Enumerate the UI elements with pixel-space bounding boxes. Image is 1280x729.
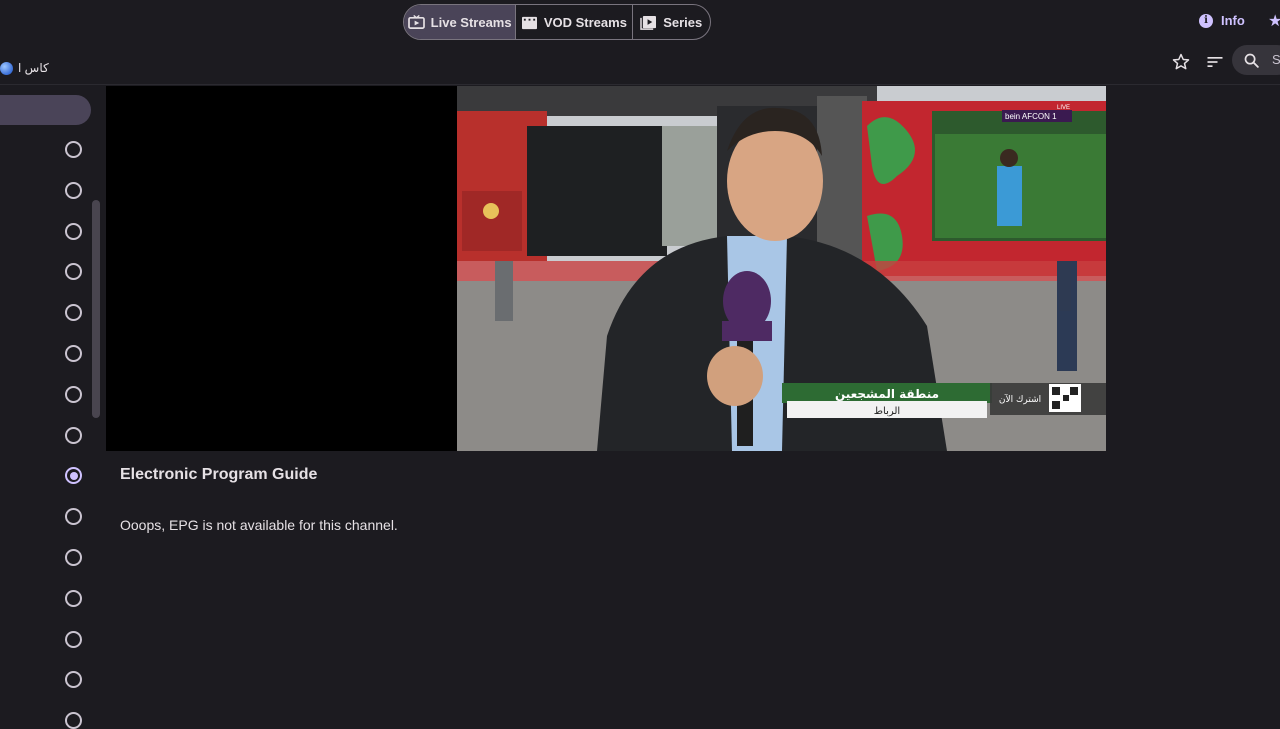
channel-radio[interactable] — [65, 589, 82, 607]
channel-list-sidebar — [0, 86, 106, 729]
channel-radio[interactable] — [65, 426, 82, 444]
subscribe-text: اشترك الآن — [999, 393, 1041, 405]
video-frame[interactable]: bein AFCON 1 LIVE منطقة المشجعين الرباط … — [457, 86, 1106, 451]
star-outline-icon[interactable] — [1171, 52, 1191, 72]
info-button[interactable]: i Info — [1199, 13, 1245, 28]
sort-icon[interactable] — [1205, 52, 1225, 72]
sidebar-scrollbar[interactable] — [92, 200, 100, 418]
channel-radio[interactable] — [65, 263, 82, 281]
epg-message: Ooops, EPG is not available for this cha… — [120, 517, 398, 533]
play-library-icon — [640, 15, 657, 30]
channel-radio[interactable] — [65, 467, 82, 485]
channel-radio[interactable] — [65, 712, 82, 729]
live-tag: LIVE — [1057, 105, 1070, 111]
caption-subtitle: الرباط — [874, 406, 900, 417]
channel-radio[interactable] — [65, 385, 82, 403]
search-placeholder: S — [1272, 52, 1280, 67]
tab-vod-streams[interactable]: VOD Streams — [516, 5, 633, 39]
stream-type-segmented-control: Live Streams VOD Streams Series — [403, 4, 711, 40]
caption-title: منطقة المشجعين — [835, 387, 939, 401]
channel-radio[interactable] — [65, 671, 82, 689]
info-label: Info — [1221, 13, 1245, 28]
channel-radio[interactable] — [65, 304, 82, 322]
channel-logo-text: bein AFCON 1 — [1005, 112, 1057, 121]
channel-radio[interactable] — [65, 549, 82, 566]
tab-series-label: Series — [663, 14, 703, 30]
tab-vod-streams-label: VOD Streams — [543, 14, 627, 30]
channel-radio[interactable] — [65, 345, 82, 362]
channel-radio[interactable] — [65, 630, 82, 648]
tab-live-streams-label: Live Streams — [430, 14, 512, 30]
channel-radio[interactable] — [65, 222, 82, 240]
video-frame-image: bein AFCON 1 LIVE منطقة المشجعين الرباط … — [457, 86, 1106, 451]
channel-radio[interactable] — [65, 508, 82, 526]
tab-series[interactable]: Series — [633, 5, 710, 39]
top-bar: Live Streams VOD Streams Series i Info ★… — [0, 0, 1280, 85]
search-field[interactable]: S — [1232, 45, 1280, 75]
selected-category-item[interactable] — [0, 95, 91, 125]
info-icon: i — [1199, 13, 1213, 28]
tab-live-streams[interactable]: Live Streams — [404, 5, 517, 39]
epg-title: Electronic Program Guide — [120, 466, 318, 483]
channel-title: كاس ا — [0, 61, 49, 75]
search-icon — [1244, 53, 1259, 68]
tv-icon — [407, 14, 425, 29]
channel-radio[interactable] — [65, 141, 82, 158]
movie-icon — [521, 16, 537, 29]
star-icon[interactable]: ★ — [1268, 11, 1280, 31]
channel-title-text: كاس ا — [18, 61, 49, 75]
globe-icon — [0, 61, 13, 75]
channel-radio[interactable] — [65, 181, 82, 199]
